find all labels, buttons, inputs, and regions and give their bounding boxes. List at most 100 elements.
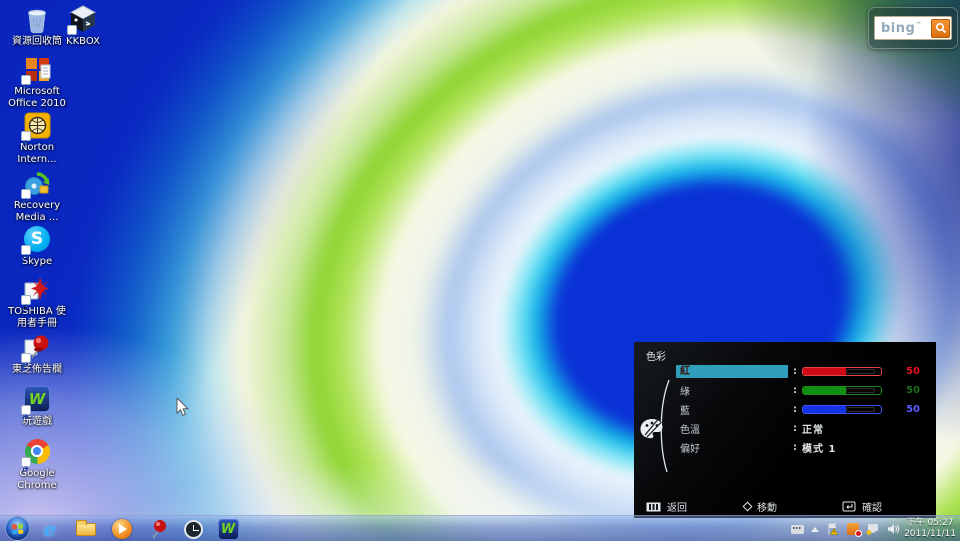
preference-label: 偏好	[676, 440, 788, 455]
shortcut-arrow-icon	[21, 189, 31, 199]
desktop-icon-google-chrome[interactable]: Google Chrome	[4, 436, 70, 492]
recovery-media-icon	[22, 168, 52, 198]
desktop-screen: 資源回收筒 KKBOX	[0, 0, 960, 541]
chrome-icon	[22, 436, 52, 466]
magnifier-icon	[935, 22, 947, 34]
colon: :	[788, 423, 802, 434]
pushpin-icon	[22, 332, 52, 362]
ie-icon: e	[44, 519, 57, 539]
blue-value: 50	[882, 404, 926, 415]
windows-flag-icon	[12, 523, 24, 534]
input-method-icon[interactable]	[791, 525, 804, 534]
trademark-symbol: ™	[915, 21, 922, 28]
red-label: 紅	[676, 365, 788, 378]
desktop-icon-skype[interactable]: S Skype	[4, 224, 70, 268]
media-player-icon	[112, 519, 132, 539]
osd-menu-rows: 紅 : 50 綠 : 50 藍 : 50 色溫 : 正常	[676, 362, 926, 457]
notification-badge-icon[interactable]	[847, 523, 859, 535]
osd-back-control[interactable]: 返回	[646, 499, 687, 514]
desktop-icon-play-games[interactable]: W 玩遊戲	[4, 384, 70, 428]
bing-logo: bing™	[881, 21, 931, 36]
diamond-icon	[743, 502, 753, 512]
back-label: 返回	[667, 499, 687, 514]
icon-label: Google Chrome	[4, 468, 70, 492]
shortcut-arrow-icon	[21, 353, 31, 363]
folder-icon	[76, 523, 96, 536]
recycle-bin-icon	[22, 4, 52, 34]
confirm-label: 確認	[862, 499, 882, 514]
green-label: 綠	[676, 383, 788, 398]
desktop-icon-toshiba-manual[interactable]: TOSHIBA 使用者手冊	[4, 274, 70, 330]
taskbar-windows-explorer[interactable]	[74, 517, 98, 541]
start-button[interactable]	[5, 516, 30, 541]
osd-footer: 返回 移動 確認	[634, 499, 936, 513]
office-icon	[22, 54, 52, 84]
pushpin-icon	[149, 519, 167, 539]
color-temp-value: 正常	[802, 421, 926, 436]
desktop-icon-recovery-media[interactable]: Recovery Media ...	[4, 168, 70, 224]
red-value: 50	[882, 366, 926, 377]
desktop-icon-microsoft-office[interactable]: Microsoft Office 2010	[4, 54, 70, 110]
blue-slider[interactable]	[802, 405, 882, 414]
network-status-icon[interactable]	[866, 523, 880, 536]
wildtangent-games-icon: W	[22, 384, 52, 414]
taskbar-bulletin-board[interactable]	[146, 517, 170, 541]
clock-app-icon	[184, 520, 203, 539]
shortcut-arrow-icon	[21, 295, 31, 305]
colon: :	[788, 442, 802, 453]
show-hidden-icons-button[interactable]	[811, 527, 819, 532]
enter-button-icon	[842, 501, 856, 512]
osd-move-control[interactable]: 移動	[744, 499, 777, 514]
toshiba-manual-icon	[22, 274, 52, 304]
shortcut-arrow-icon	[21, 457, 31, 467]
osd-row-red[interactable]: 紅 : 50	[676, 362, 926, 381]
taskbar-clock-app[interactable]	[181, 517, 205, 541]
color-temp-label: 色溫	[676, 421, 788, 436]
search-input[interactable]: bing™	[874, 16, 952, 40]
shortcut-arrow-icon	[67, 25, 77, 35]
green-slider[interactable]	[802, 386, 882, 395]
taskbar-games-app[interactable]: W	[216, 517, 240, 541]
system-tray	[791, 516, 900, 541]
clock-time: 下午 05:27	[907, 518, 954, 529]
shortcut-arrow-icon	[21, 75, 31, 85]
volume-icon[interactable]	[887, 523, 900, 535]
taskbar-clock[interactable]: 下午 05:27 2011/11/11	[902, 516, 958, 541]
bing-search-gadget: bing™	[868, 7, 958, 49]
icon-label: Microsoft Office 2010	[4, 86, 70, 110]
osd-row-blue[interactable]: 藍 : 50	[676, 400, 926, 419]
move-label: 移動	[757, 499, 777, 514]
search-button[interactable]	[931, 19, 950, 38]
osd-row-preference[interactable]: 偏好 : 模式 1	[676, 438, 926, 457]
colon: :	[788, 366, 802, 377]
action-center-flag-icon[interactable]	[826, 522, 840, 536]
preference-value: 模式 1	[802, 440, 926, 455]
osd-row-color-temp[interactable]: 色溫 : 正常	[676, 419, 926, 438]
skype-icon: S	[22, 224, 52, 254]
osd-title: 色彩	[646, 348, 666, 363]
icon-label: 東芝佈告欄	[12, 364, 62, 376]
menu-button-icon	[646, 502, 661, 512]
icon-label: TOSHIBA 使用者手冊	[4, 306, 70, 330]
icon-label: Recovery Media ...	[4, 200, 70, 224]
taskbar: e W	[0, 515, 960, 541]
norton-icon	[22, 110, 52, 140]
green-value: 50	[882, 385, 926, 396]
colon: :	[788, 385, 802, 396]
clock-date: 2011/11/11	[904, 529, 956, 540]
kkbox-icon	[68, 4, 98, 34]
desktop-icon-kkbox[interactable]: KKBOX	[50, 4, 116, 48]
red-slider[interactable]	[802, 367, 882, 376]
desktop-icon-toshiba-bulletin[interactable]: 東芝佈告欄	[4, 332, 70, 376]
osd-confirm-control[interactable]: 確認	[842, 499, 882, 514]
wildtangent-icon: W	[218, 519, 239, 540]
icon-label: Norton Intern...	[4, 142, 70, 166]
shortcut-arrow-icon	[21, 245, 31, 255]
mouse-cursor	[176, 398, 189, 421]
taskbar-internet-explorer[interactable]: e	[38, 517, 62, 541]
osd-row-green[interactable]: 綠 : 50	[676, 381, 926, 400]
taskbar-media-player[interactable]	[110, 517, 134, 541]
palette-icon	[638, 416, 666, 445]
desktop-icon-norton[interactable]: Norton Intern...	[4, 110, 70, 166]
colon: :	[788, 404, 802, 415]
